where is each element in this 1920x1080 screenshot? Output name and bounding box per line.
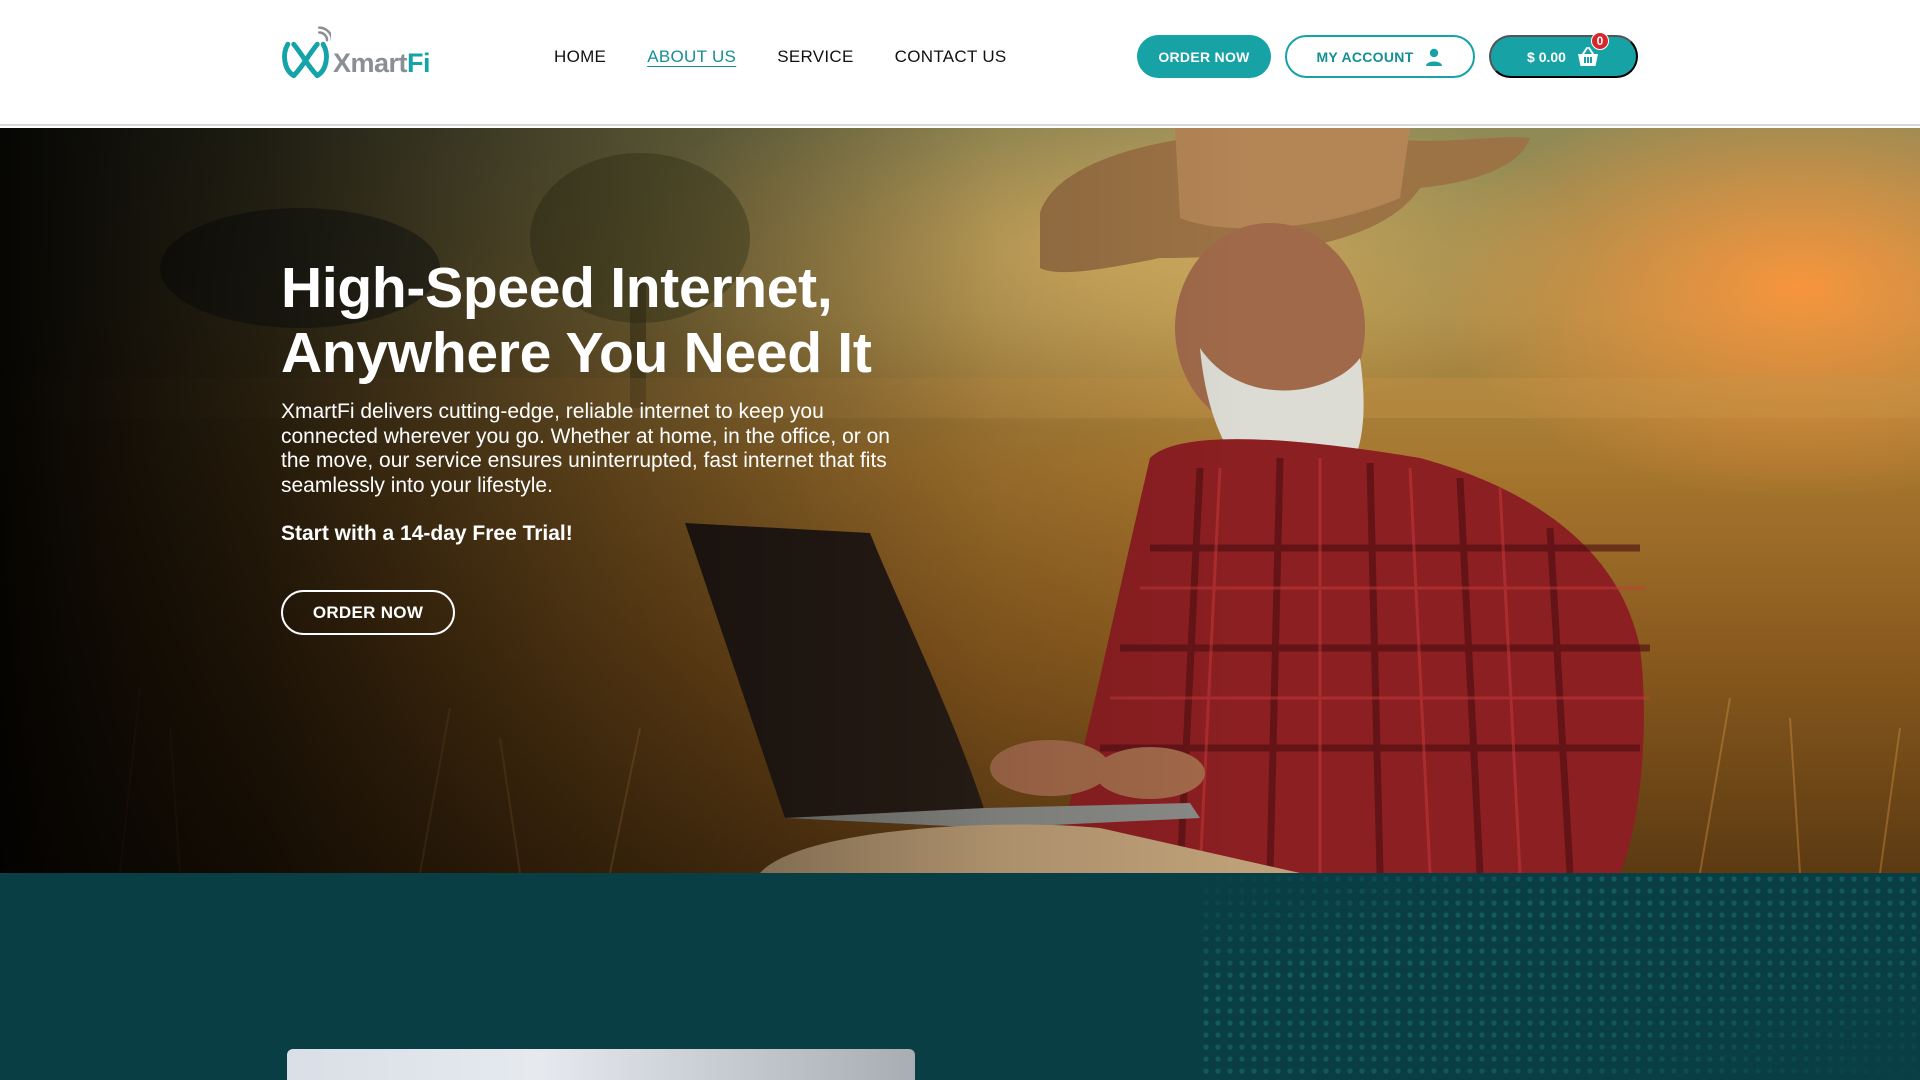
hero-trial-text: Start with a 14-day Free Trial! [281,522,573,545]
hero-description: XmartFi delivers cutting-edge, reliable … [281,400,890,497]
hero-order-now-button[interactable]: ORDER NOW [281,590,455,635]
hero-title-line1: High-Speed Internet, [281,256,833,320]
xmartfi-logo-icon [282,26,331,79]
hero-title-line2: Anywhere You Need It [281,321,872,385]
my-account-button[interactable]: MY ACCOUNT [1285,35,1475,78]
features-section [0,873,1920,1080]
main-nav: HOME ABOUT US SERVICE CONTACT US [554,44,1048,70]
site-header: XmartFi HOME ABOUT US SERVICE CONTACT US… [0,0,1920,126]
nav-service[interactable]: SERVICE [777,44,853,70]
header-order-now-button[interactable]: ORDER NOW [1137,35,1271,78]
brand-suffix: Fi [407,47,431,78]
cart-amount: $ 0.00 [1527,48,1566,65]
my-account-label: MY ACCOUNT [1316,48,1414,65]
brand-wordmark: XmartFi [332,47,431,79]
cart-count-badge: 0 [1590,31,1609,50]
user-icon [1425,48,1442,66]
cart-basket: 0 [1576,31,1609,69]
brand-logo[interactable]: XmartFi [280,26,431,88]
hero-overlay [0,128,1920,873]
hero-title: High-Speed Internet, Anywhere You Need I… [281,256,981,386]
nav-contact-us[interactable]: CONTACT US [895,44,1007,70]
feature-card-preview [287,1049,915,1080]
nav-home[interactable]: HOME [554,44,606,70]
brand-prefix: Xmart [332,47,408,78]
dot-pattern-decoration [1200,873,1920,1080]
cart-button[interactable]: $ 0.00 0 [1489,31,1638,78]
hero-section: High-Speed Internet, Anywhere You Need I… [0,128,1920,873]
nav-about-us[interactable]: ABOUT US [647,44,736,70]
